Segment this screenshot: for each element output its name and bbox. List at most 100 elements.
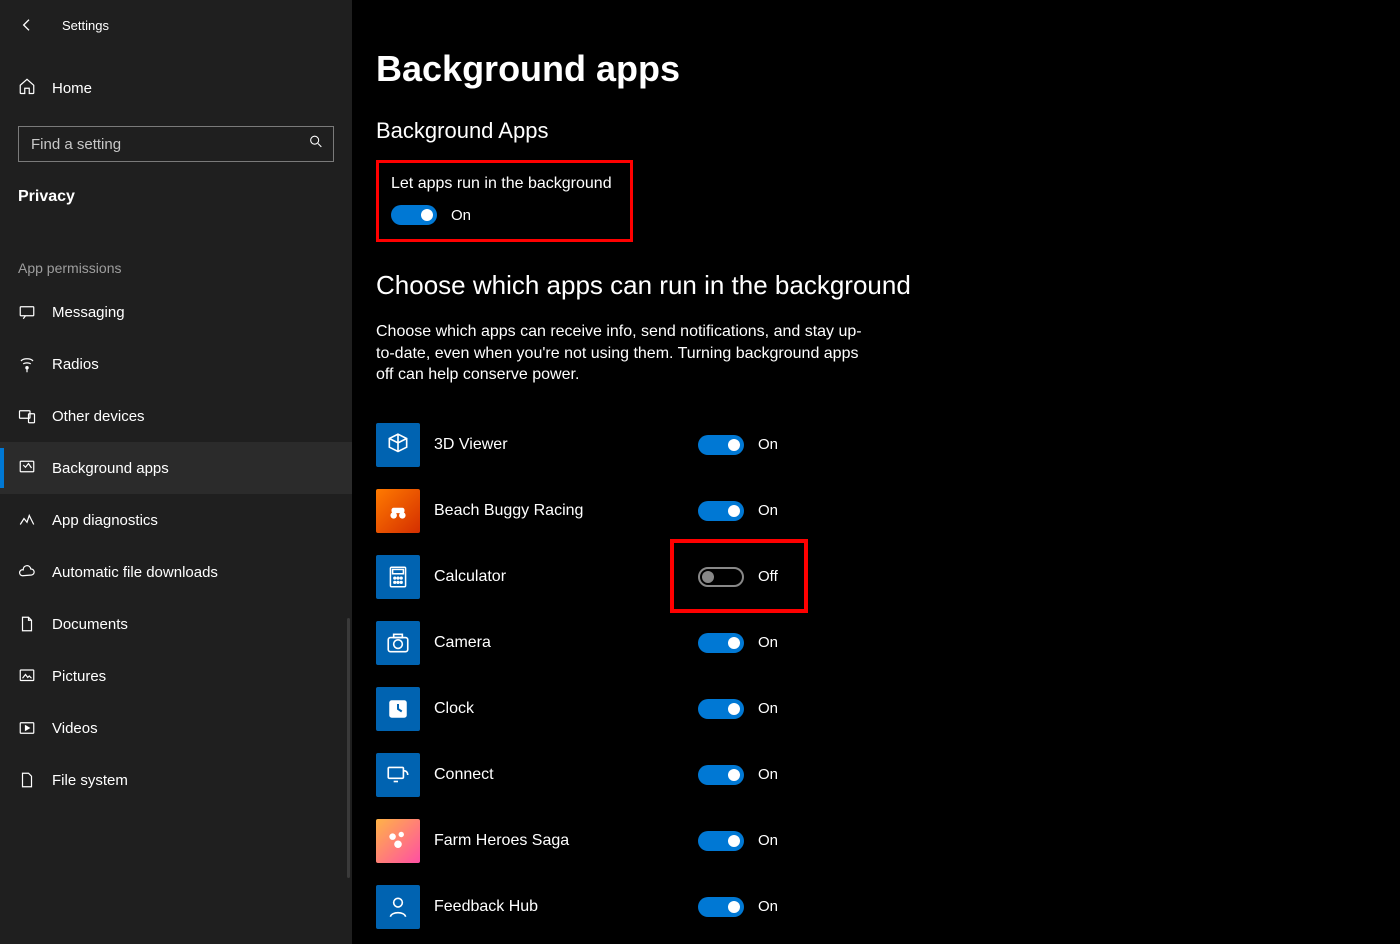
app-row: Calculator Off bbox=[376, 544, 1400, 610]
app-toggle-state: On bbox=[758, 832, 778, 849]
app-name: Calculator bbox=[434, 568, 698, 586]
sidebar-item-label: Radios bbox=[52, 356, 99, 373]
sidebar-item-label: App diagnostics bbox=[52, 512, 158, 529]
title-bar: Settings bbox=[0, 6, 352, 44]
app-name: Connect bbox=[434, 766, 698, 784]
app-tile-icon bbox=[376, 687, 420, 731]
app-toggle-container: On bbox=[698, 765, 778, 785]
document-icon bbox=[18, 615, 36, 633]
page-title: Background apps bbox=[376, 48, 1400, 90]
app-tile-icon bbox=[376, 753, 420, 797]
videos-icon bbox=[18, 719, 36, 737]
app-toggle-state: On bbox=[758, 436, 778, 453]
category-heading: Privacy bbox=[18, 188, 352, 206]
app-toggle-container: On bbox=[698, 699, 778, 719]
section-title: Background Apps bbox=[376, 118, 1400, 144]
section-heading: App permissions bbox=[18, 260, 352, 276]
sidebar-item-background-apps[interactable]: Background apps bbox=[0, 442, 352, 494]
home-label: Home bbox=[52, 80, 92, 97]
app-tile-icon bbox=[376, 489, 420, 533]
app-row: Feedback Hub On bbox=[376, 874, 1400, 940]
cloud-icon bbox=[18, 563, 36, 581]
app-tile-icon bbox=[376, 423, 420, 467]
app-row: Connect On bbox=[376, 742, 1400, 808]
app-toggle[interactable] bbox=[698, 501, 744, 521]
diagnostics-icon bbox=[18, 511, 36, 529]
app-name: 3D Viewer bbox=[434, 436, 698, 454]
sidebar-item-app-diagnostics[interactable]: App diagnostics bbox=[0, 494, 352, 546]
sidebar-item-label: Automatic file downloads bbox=[52, 564, 218, 581]
pictures-icon bbox=[18, 667, 36, 685]
app-toggle[interactable] bbox=[698, 831, 744, 851]
master-toggle-state: On bbox=[451, 207, 471, 224]
app-tile-icon bbox=[376, 819, 420, 863]
sidebar-item-automatic-file-downloads[interactable]: Automatic file downloads bbox=[0, 546, 352, 598]
search-icon bbox=[308, 134, 324, 155]
sidebar-scrollbar[interactable] bbox=[347, 618, 350, 878]
app-name: Camera bbox=[434, 634, 698, 652]
sidebar-item-pictures[interactable]: Pictures bbox=[0, 650, 352, 702]
app-name: Beach Buggy Racing bbox=[434, 502, 698, 520]
master-toggle-highlight: Let apps run in the background On bbox=[376, 160, 633, 242]
app-toggle-container: On bbox=[698, 633, 778, 653]
app-toggle[interactable] bbox=[698, 699, 744, 719]
app-toggle[interactable] bbox=[698, 765, 744, 785]
app-toggle[interactable] bbox=[698, 435, 744, 455]
master-toggle-label: Let apps run in the background bbox=[391, 175, 612, 193]
sidebar-item-documents[interactable]: Documents bbox=[0, 598, 352, 650]
search-input[interactable] bbox=[18, 126, 334, 162]
sidebar-item-radios[interactable]: Radios bbox=[0, 338, 352, 390]
back-button[interactable] bbox=[18, 16, 36, 34]
app-toggle-container: Off bbox=[698, 567, 778, 587]
devices-icon bbox=[18, 407, 36, 425]
sidebar-item-label: Documents bbox=[52, 616, 128, 633]
app-row: Clock On bbox=[376, 676, 1400, 742]
sidebar-item-label: File system bbox=[52, 772, 128, 789]
sidebar-item-label: Background apps bbox=[52, 460, 169, 477]
sidebar-item-other-devices[interactable]: Other devices bbox=[0, 390, 352, 442]
choose-title: Choose which apps can run in the backgro… bbox=[376, 270, 1400, 301]
app-name: Clock bbox=[434, 700, 698, 718]
app-toggle-state: Off bbox=[758, 568, 778, 585]
home-nav[interactable]: Home bbox=[0, 68, 352, 108]
sidebar-item-label: Videos bbox=[52, 720, 98, 737]
app-name: Feedback Hub bbox=[434, 898, 698, 916]
app-toggle-container: On bbox=[698, 831, 778, 851]
background-apps-icon bbox=[18, 459, 36, 477]
choose-description: Choose which apps can receive info, send… bbox=[376, 321, 866, 386]
sidebar-item-label: Other devices bbox=[52, 408, 145, 425]
window-title: Settings bbox=[62, 18, 109, 33]
app-toggle-container: On bbox=[698, 501, 778, 521]
nav-list: Messaging Radios Other devices Backgroun… bbox=[0, 286, 352, 806]
sidebar-item-videos[interactable]: Videos bbox=[0, 702, 352, 754]
messaging-icon bbox=[18, 303, 36, 321]
app-toggle-state: On bbox=[758, 700, 778, 717]
content-area: Background apps Background Apps Let apps… bbox=[352, 0, 1400, 944]
search-field-wrap bbox=[18, 126, 334, 162]
app-tile-icon bbox=[376, 885, 420, 929]
app-row: Camera On bbox=[376, 610, 1400, 676]
app-tile-icon bbox=[376, 621, 420, 665]
radios-icon bbox=[18, 355, 36, 373]
app-toggle[interactable] bbox=[698, 897, 744, 917]
app-tile-icon bbox=[376, 555, 420, 599]
app-toggle-state: On bbox=[758, 502, 778, 519]
app-toggle[interactable] bbox=[698, 633, 744, 653]
app-name: Farm Heroes Saga bbox=[434, 832, 698, 850]
file-system-icon bbox=[18, 771, 36, 789]
app-toggle-state: On bbox=[758, 634, 778, 651]
app-toggle[interactable] bbox=[698, 567, 744, 587]
master-toggle[interactable] bbox=[391, 205, 437, 225]
app-list: 3D Viewer On Beach Buggy Racing On Calculato… bbox=[376, 412, 1400, 940]
sidebar-item-file-system[interactable]: File system bbox=[0, 754, 352, 806]
app-row: Beach Buggy Racing On bbox=[376, 478, 1400, 544]
sidebar-item-label: Pictures bbox=[52, 668, 106, 685]
sidebar: Settings Home Privacy App permissions Me… bbox=[0, 0, 352, 944]
app-toggle-container: On bbox=[698, 897, 778, 917]
sidebar-item-messaging[interactable]: Messaging bbox=[0, 286, 352, 338]
app-row: Farm Heroes Saga On bbox=[376, 808, 1400, 874]
app-row: 3D Viewer On bbox=[376, 412, 1400, 478]
app-toggle-state: On bbox=[758, 898, 778, 915]
app-toggle-state: On bbox=[758, 766, 778, 783]
sidebar-item-label: Messaging bbox=[52, 304, 125, 321]
